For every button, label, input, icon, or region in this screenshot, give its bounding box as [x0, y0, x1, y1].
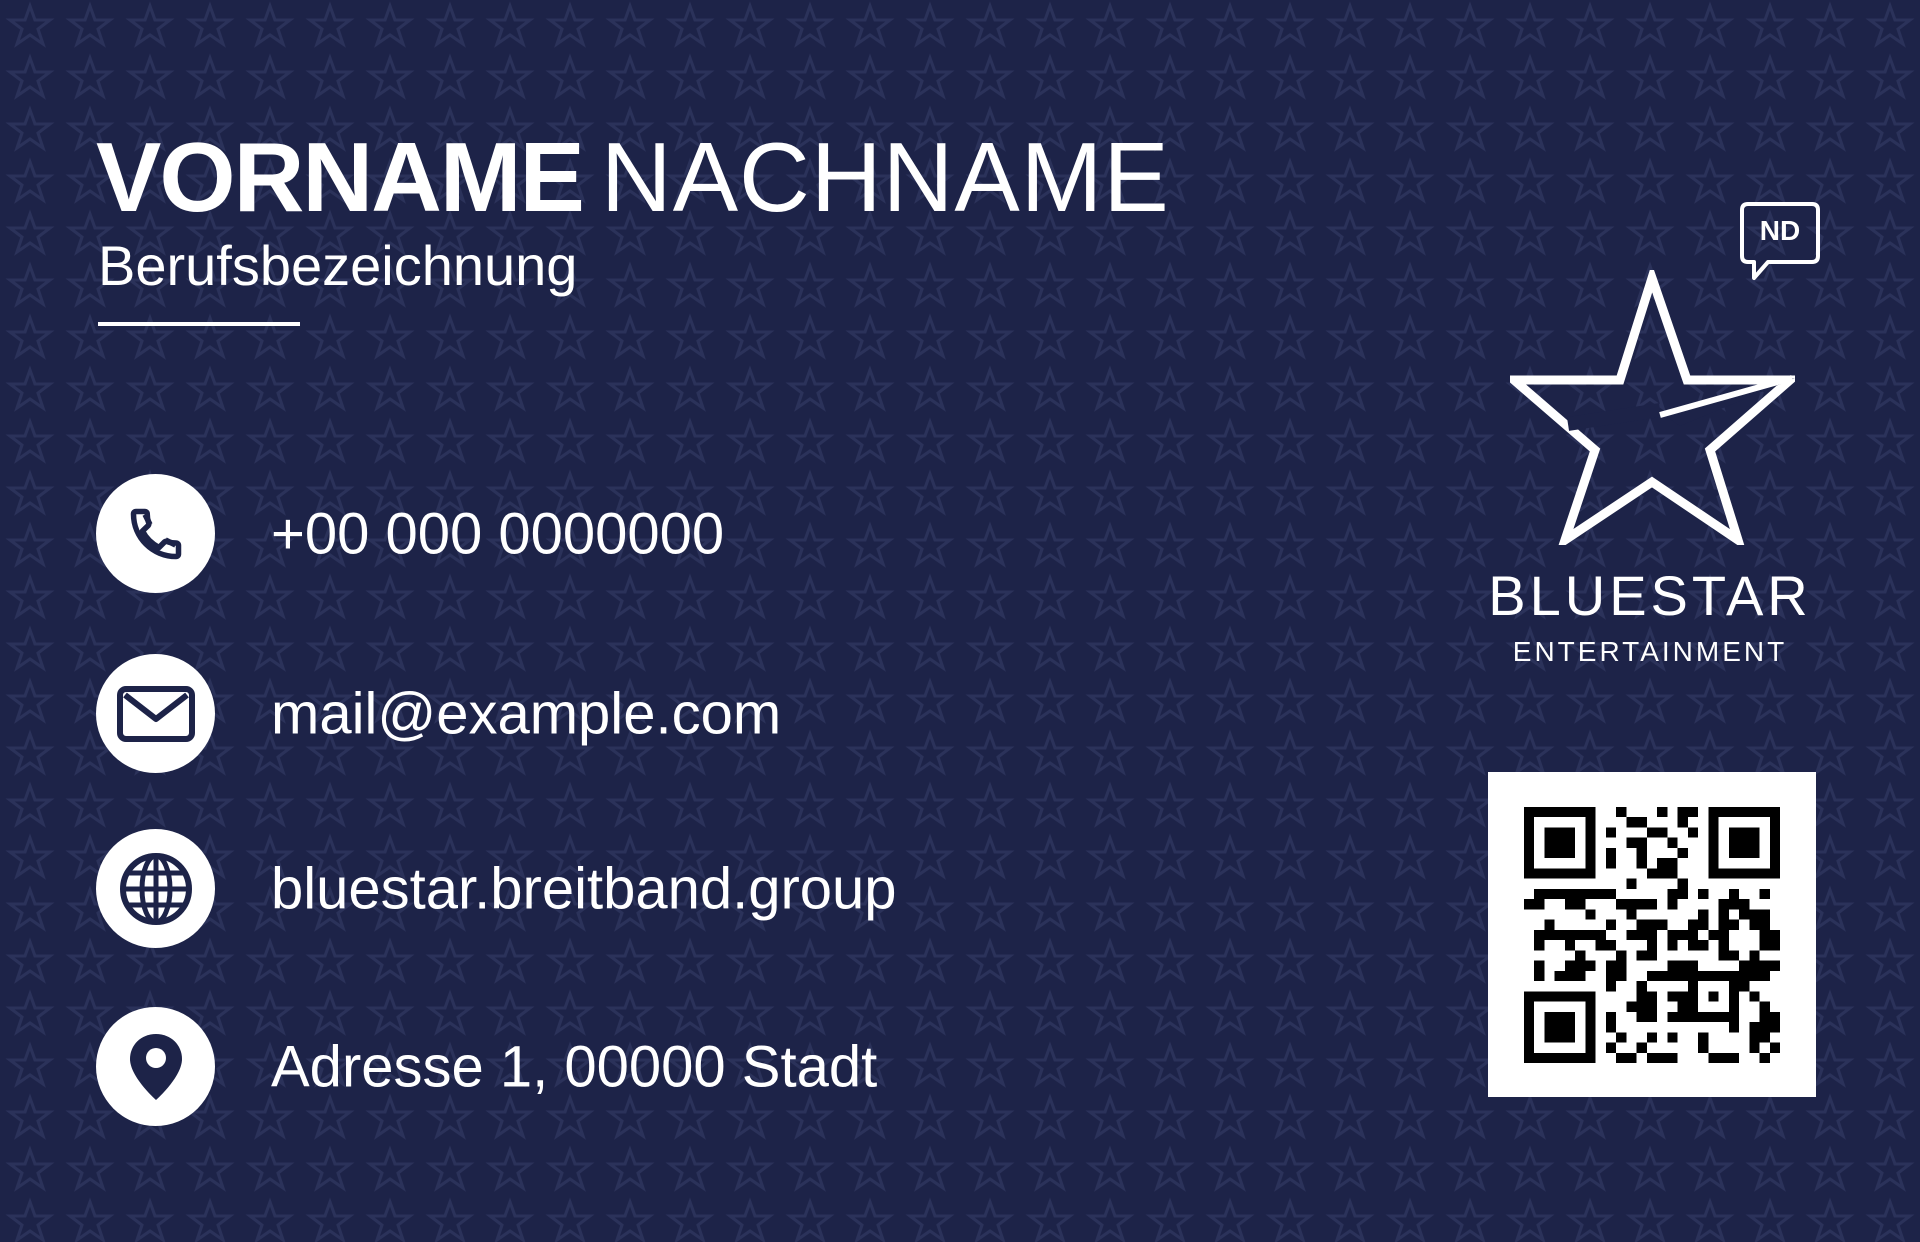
contact-website: bluestar.breitband.group	[96, 829, 1296, 949]
title-underline	[98, 322, 300, 326]
brand-name: BLUESTAR	[1488, 564, 1812, 627]
envelope-icon	[96, 654, 215, 773]
job-title: Berufsbezeichnung	[98, 234, 578, 297]
location-pin-icon	[96, 1007, 215, 1126]
contact-phone: +00 000 0000000	[96, 474, 1296, 594]
star-outline-icon	[1510, 270, 1795, 545]
full-name: VORNAME NACHNAME	[96, 128, 1170, 226]
email-address: mail@example.com	[271, 681, 782, 747]
first-name: VORNAME	[96, 122, 585, 232]
contact-address: Adresse 1, 00000 Stadt	[96, 1007, 1296, 1127]
brand-block: BLUESTAR ENTERTAINMENT	[1440, 568, 1860, 666]
phone-number: +00 000 0000000	[271, 501, 725, 567]
brand-subtitle: ENTERTAINMENT	[1512, 636, 1788, 667]
contact-email: mail@example.com	[96, 654, 1296, 774]
nd-badge-label: ND	[1759, 215, 1801, 246]
business-card: VORNAME NACHNAME Berufsbezeichnung +00 00…	[0, 0, 1920, 1242]
last-name: NACHNAME	[600, 122, 1170, 232]
globe-icon	[96, 829, 215, 948]
qr-code-pattern	[1524, 807, 1780, 1063]
phone-icon	[96, 474, 215, 593]
qr-code	[1488, 772, 1816, 1097]
postal-address: Adresse 1, 00000 Stadt	[271, 1034, 878, 1100]
website-url: bluestar.breitband.group	[271, 856, 897, 922]
